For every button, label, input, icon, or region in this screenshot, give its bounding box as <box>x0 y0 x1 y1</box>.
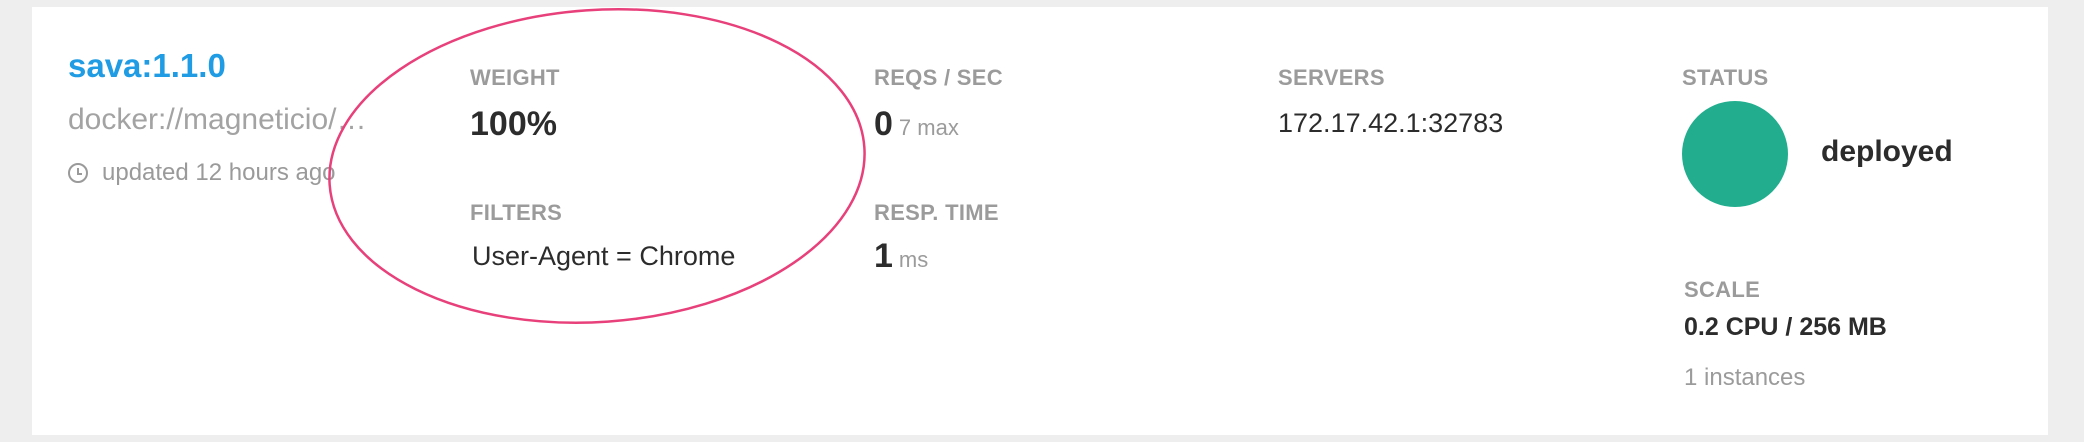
resp-time-metric: 1 ms <box>874 237 928 276</box>
docker-image-text: docker://magneticio/… <box>68 103 367 136</box>
reqs-label: REQS / SEC <box>874 65 1003 90</box>
resp-time-label: RESP. TIME <box>874 200 999 225</box>
resp-time-unit: ms <box>898 247 929 272</box>
reqs-metric: 07 max <box>874 105 959 144</box>
status-value: deployed <box>1821 135 1953 168</box>
status-indicator <box>1682 101 1788 207</box>
scale-value: 0.2 CPU / 256 MB <box>1684 313 1887 341</box>
status-label: STATUS <box>1682 65 1769 90</box>
weight-value: 100% <box>470 105 557 143</box>
instances-count: 1 instances <box>1684 364 1806 391</box>
reqs-value: 0 <box>874 105 893 143</box>
filters-value: User-Agent = Chrome <box>472 241 736 271</box>
filters-label: FILTERS <box>470 200 563 225</box>
updated-info: updated 12 hours ago <box>68 159 336 187</box>
weight-label: WEIGHT <box>470 65 560 90</box>
updated-text: updated 12 hours ago <box>102 159 336 186</box>
service-title-link[interactable]: sava:1.1.0 <box>68 47 226 85</box>
server-address[interactable]: 172.17.42.1:32783 <box>1278 108 1503 139</box>
clock-icon <box>68 163 88 183</box>
service-card: sava:1.1.0 docker://magneticio/… updated… <box>32 7 2048 435</box>
resp-time-value: 1 <box>874 237 893 275</box>
reqs-max: 7 max <box>898 115 959 140</box>
servers-label: SERVERS <box>1278 65 1385 90</box>
scale-label: SCALE <box>1684 277 1761 302</box>
